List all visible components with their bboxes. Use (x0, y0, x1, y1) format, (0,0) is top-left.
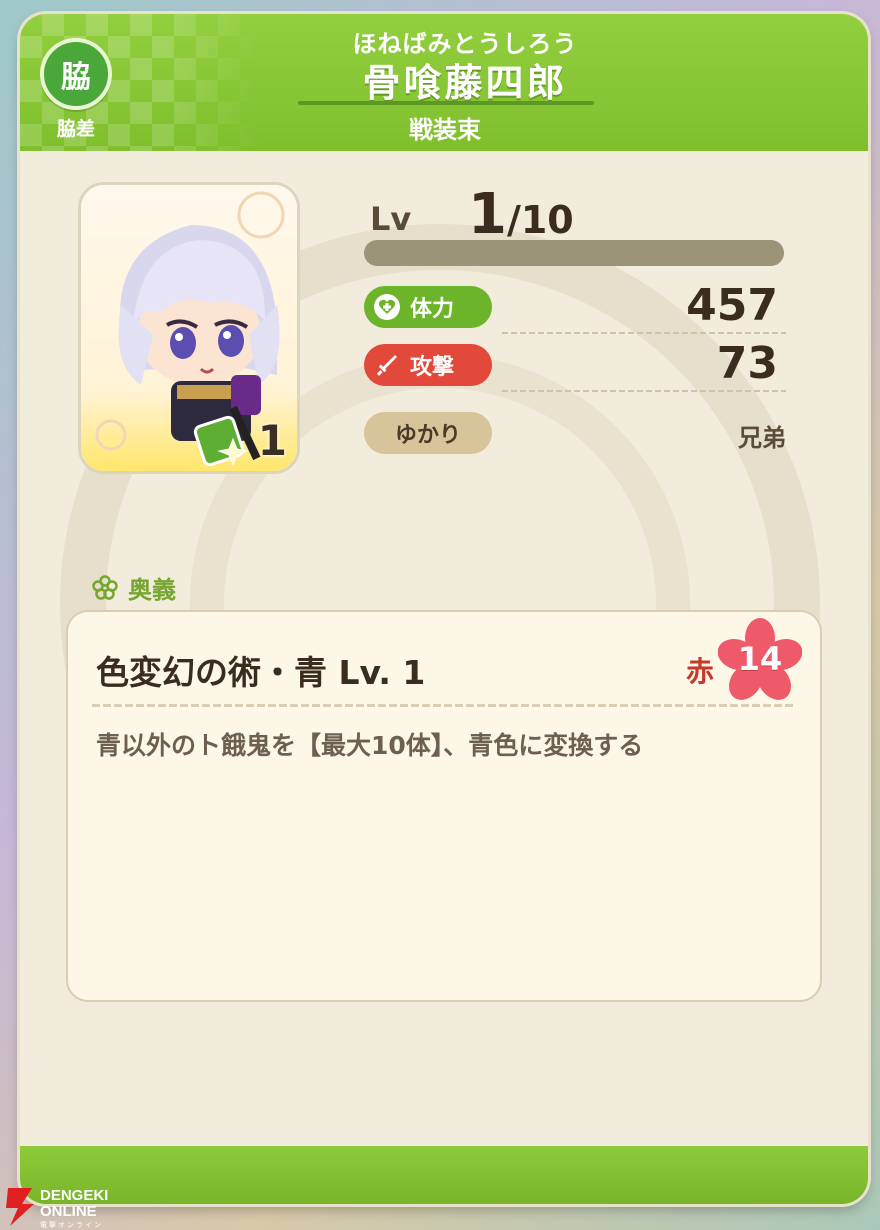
level-current: 1 (468, 182, 507, 247)
site-watermark: DENGEKI ONLINE 電撃オンライン (2, 1186, 142, 1229)
sword-icon (374, 352, 400, 378)
character-name: 骨喰藤四郎 (362, 61, 568, 105)
character-portrait[interactable]: 1 (78, 182, 300, 474)
ougi-section-title: 奥義 (92, 570, 176, 605)
card-header: 脇 脇差 ほねばみとうしろう 骨喰藤四郎 戦装束 (20, 14, 868, 151)
skill-cost-badge: 14 (717, 618, 803, 702)
skill-divider (92, 704, 796, 707)
atk-divider (502, 390, 786, 392)
lightning-logo-icon (6, 1188, 34, 1226)
skill-color-label: 赤 (685, 655, 714, 688)
costume-label: 戦装束 (409, 116, 481, 144)
atk-pill: 攻撃 (364, 344, 492, 386)
character-card: 脇 脇差 ほねばみとうしろう 骨喰藤四郎 戦装束 1 Lv 1/10 体力 45… (20, 14, 868, 1204)
watermark-logo-text: DENGEKI ONLINE (40, 1188, 108, 1220)
card-footer (20, 1146, 868, 1204)
watermark-line1: DENGEKI (40, 1187, 109, 1204)
level-max: 10 (520, 198, 574, 242)
watermark-sub: 電撃オンライン (40, 1222, 103, 1229)
stack-count: 1 (257, 416, 287, 465)
name-underline (298, 101, 594, 105)
skill-name: 色変幻の術・青 Lv. 1 (96, 653, 426, 692)
hp-divider (502, 332, 786, 334)
sword-type-label: 脇差 (56, 118, 95, 140)
level-progress-bar (364, 240, 784, 266)
hp-label: 体力 (410, 297, 455, 322)
atk-value: 73 (716, 338, 778, 389)
yukari-pill: ゆかり (364, 412, 492, 454)
hp-pill: 体力 (364, 286, 492, 328)
level-value: 1/10 (468, 182, 574, 247)
sword-type-badge: 脇 (40, 38, 112, 110)
level-separator: / (506, 198, 521, 242)
watermark-line2: ONLINE (40, 1203, 97, 1220)
atk-label: 攻撃 (410, 355, 455, 380)
ougi-title-text: 奥義 (128, 576, 176, 604)
hp-value: 457 (686, 280, 778, 331)
flower-icon (92, 574, 118, 600)
skill-description: 青以外のト餓鬼を【最大10体】、青色に変換する (96, 731, 644, 760)
heart-plus-icon (374, 294, 400, 320)
book-star-icon (193, 415, 249, 467)
yukari-value: 兄弟 (738, 424, 786, 452)
skill-cost-value: 14 (737, 640, 783, 678)
ougi-panel: 色変幻の術・青 Lv. 1 赤 14 青以外のト餓鬼を【最大10体】、青色に変換… (66, 610, 822, 1002)
level-label: Lv (370, 200, 412, 238)
